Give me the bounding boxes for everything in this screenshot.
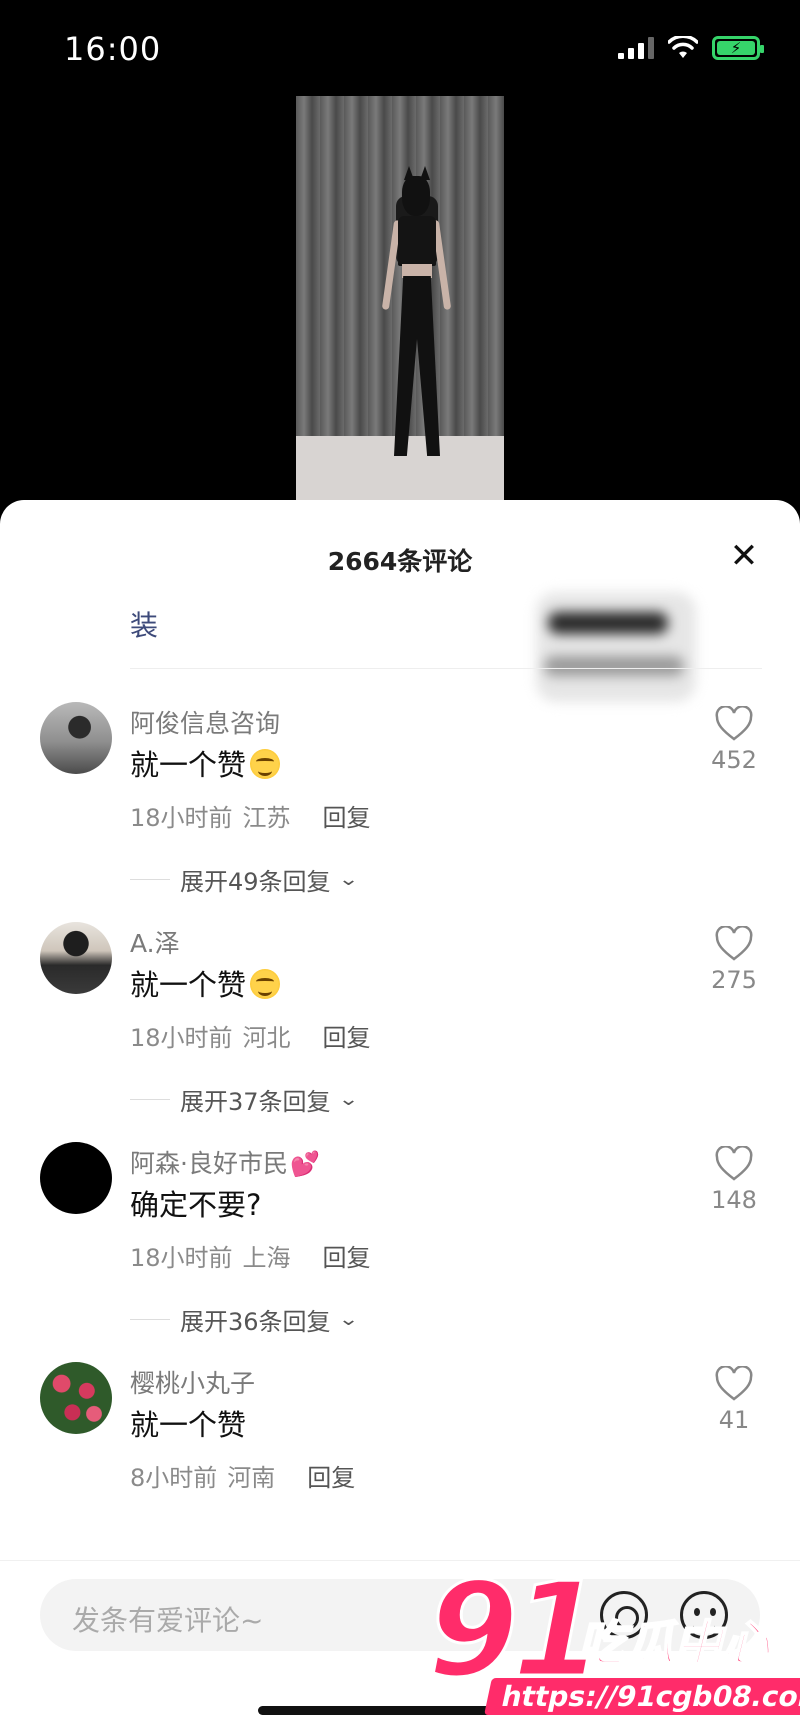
close-button[interactable]: ✕ <box>724 536 764 576</box>
comment-text-body: 就一个赞 <box>130 968 247 1002</box>
comment-text: 确定不要? <box>130 1188 262 1222</box>
wifi-icon <box>668 36 698 58</box>
like-button[interactable]: 275 <box>704 926 764 994</box>
comment-username[interactable]: 樱桃小丸子 <box>130 1364 255 1400</box>
comment-time: 8小时前 <box>130 1464 218 1492</box>
comment-text: 就一个赞 <box>130 1408 247 1442</box>
pink-hearts-emoji: 💕 <box>289 1150 320 1178</box>
avatar[interactable] <box>40 1362 112 1434</box>
comment-meta: 18小时前 江苏 回复 <box>130 798 371 833</box>
heart-icon <box>715 1146 753 1181</box>
comment-item: A.泽 就一个赞 18小时前 河北 回复 展开37条回复 ⌄ 275 <box>0 922 800 1162</box>
reply-button[interactable]: 回复 <box>323 1244 371 1272</box>
expand-replies-label: 展开36条回复 <box>180 1308 331 1336</box>
like-button[interactable]: 148 <box>704 1146 764 1214</box>
expand-replies-label: 展开49条回复 <box>180 868 331 896</box>
comment-meta: 18小时前 河北 回复 <box>130 1018 371 1053</box>
video-thumbnail <box>296 96 504 506</box>
comment-location: 河北 <box>242 1024 291 1052</box>
expand-replies-button[interactable]: 展开49条回复 ⌄ <box>130 862 359 897</box>
comment-meta: 8小时前 河南 回复 <box>130 1458 355 1493</box>
chevron-down-icon: ⌄ <box>337 869 359 890</box>
expand-replies-button[interactable]: 展开36条回复 ⌄ <box>130 1302 359 1337</box>
comment-username[interactable]: 阿俊信息咨询 <box>130 704 280 740</box>
reply-button[interactable]: 回复 <box>323 1024 371 1052</box>
comment-text: 就一个赞 <box>130 742 281 784</box>
comments-sheet: 2664条评论 ✕ 装 阿俊信息咨询 就一个赞 18小时前 江苏 回复 展开49条回… <box>0 500 800 1733</box>
blurred-overlay <box>536 592 696 702</box>
comments-count-title: 2664条评论 <box>327 547 473 576</box>
avatar[interactable] <box>40 1142 112 1214</box>
signal-icon <box>618 37 654 59</box>
divider <box>130 668 762 669</box>
status-bar: 16:00 ⚡ <box>0 0 800 100</box>
video-player[interactable] <box>0 90 800 510</box>
smile-emoji-icon <box>250 969 281 999</box>
heart-icon <box>715 1366 753 1401</box>
like-count: 452 <box>711 746 757 774</box>
like-button[interactable]: 452 <box>704 706 764 774</box>
comment-location: 江苏 <box>242 804 291 832</box>
watermark-name: 吃瓜中心 <box>577 1615 771 1673</box>
expand-replies-label: 展开37条回复 <box>180 1088 331 1116</box>
expand-replies-button[interactable]: 展开37条回复 ⌄ <box>130 1082 359 1117</box>
like-button[interactable]: 41 <box>704 1366 764 1434</box>
truncated-comment-text: 装 <box>130 609 159 642</box>
comment-text-body: 就一个赞 <box>130 748 247 782</box>
comment-input-placeholder: 发条有爱评论~ <box>72 1604 264 1637</box>
heart-icon <box>715 926 753 961</box>
comment-meta: 18小时前 上海 回复 <box>130 1238 371 1273</box>
heart-icon <box>715 706 753 741</box>
chevron-down-icon: ⌄ <box>337 1309 359 1330</box>
comment-item: 阿森·良好市民💕 确定不要? 18小时前 上海 回复 展开36条回复 ⌄ 148 <box>0 1142 800 1382</box>
comment-username[interactable]: 阿森·良好市民💕 <box>130 1144 320 1180</box>
reply-button[interactable]: 回复 <box>307 1464 355 1492</box>
comment-item: 阿俊信息咨询 就一个赞 18小时前 江苏 回复 展开49条回复 ⌄ 452 <box>0 702 800 942</box>
avatar[interactable] <box>40 922 112 994</box>
comment-text: 就一个赞 <box>130 962 281 1004</box>
comment-time: 18小时前 <box>130 804 233 832</box>
like-count: 41 <box>718 1406 750 1434</box>
like-count: 148 <box>711 1186 757 1214</box>
status-time: 16:00 <box>64 30 162 68</box>
battery-charging-icon: ⚡ <box>712 36 764 60</box>
comment-time: 18小时前 <box>130 1024 233 1052</box>
watermark-url: https://91cgb08.com <box>484 1678 800 1715</box>
comment-username[interactable]: A.泽 <box>130 924 180 960</box>
watermark-logo: 91 吃瓜中心 https://91cgb08.com <box>427 1559 800 1730</box>
comment-location: 河南 <box>227 1464 276 1492</box>
comment-location: 上海 <box>242 1244 291 1272</box>
like-count: 275 <box>711 966 757 994</box>
avatar[interactable] <box>40 702 112 774</box>
comment-username-text: 阿森·良好市民 <box>130 1149 288 1178</box>
smile-emoji-icon <box>250 749 281 779</box>
chevron-down-icon: ⌄ <box>337 1089 359 1110</box>
comment-time: 18小时前 <box>130 1244 233 1272</box>
reply-button[interactable]: 回复 <box>323 804 371 832</box>
status-icons: ⚡ <box>618 36 764 60</box>
